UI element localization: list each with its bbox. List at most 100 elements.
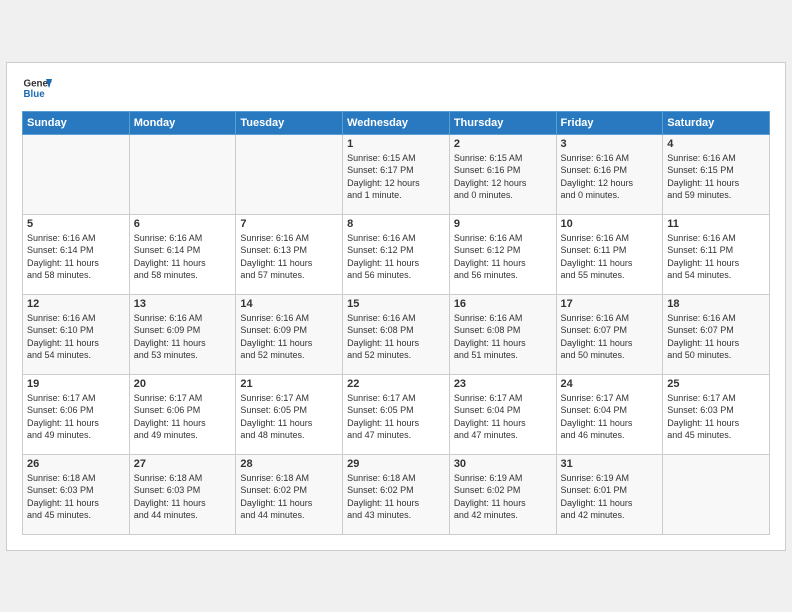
day-cell: 28Sunrise: 6:18 AM Sunset: 6:02 PM Dayli… bbox=[236, 454, 343, 534]
day-number: 22 bbox=[347, 378, 445, 390]
day-cell bbox=[129, 134, 236, 214]
day-info: Sunrise: 6:16 AM Sunset: 6:12 PM Dayligh… bbox=[347, 232, 445, 282]
day-cell bbox=[236, 134, 343, 214]
day-info: Sunrise: 6:16 AM Sunset: 6:09 PM Dayligh… bbox=[134, 312, 232, 362]
day-info: Sunrise: 6:16 AM Sunset: 6:07 PM Dayligh… bbox=[561, 312, 659, 362]
day-cell: 8 Sunrise: 6:16 AM Sunset: 6:12 PM Daylig… bbox=[343, 214, 450, 294]
day-cell: 5 Sunrise: 6:16 AM Sunset: 6:14 PM Daylig… bbox=[23, 214, 130, 294]
day-number: 18 bbox=[667, 298, 765, 310]
day-number: 15 bbox=[347, 298, 445, 310]
day-info: Sunrise: 6:19 AM Sunset: 6:02 PM Dayligh… bbox=[454, 472, 552, 522]
day-number: 30 bbox=[454, 458, 552, 470]
day-cell: 7Sunrise: 6:16 AM Sunset: 6:13 PM Daylig… bbox=[236, 214, 343, 294]
day-number: 27 bbox=[134, 458, 232, 470]
day-info: Sunrise: 6:18 AM Sunset: 6:02 PM Dayligh… bbox=[347, 472, 445, 522]
day-number: 9 bbox=[454, 218, 552, 230]
day-cell: 1 Sunrise: 6:15 AM Sunset: 6:17 PM Daylig… bbox=[343, 134, 450, 214]
day-cell: 18 Sunrise: 6:16 AM Sunset: 6:07 PM Dayli… bbox=[663, 294, 770, 374]
day-cell: 29 Sunrise: 6:18 AM Sunset: 6:02 PM Dayli… bbox=[343, 454, 450, 534]
week-row-2: 5 Sunrise: 6:16 AM Sunset: 6:14 PM Daylig… bbox=[23, 214, 770, 294]
day-cell: 19 Sunrise: 6:17 AM Sunset: 6:06 PM Dayli… bbox=[23, 374, 130, 454]
weekday-monday: Monday bbox=[129, 111, 236, 134]
day-number: 3 bbox=[561, 138, 659, 150]
day-info: Sunrise: 6:15 AM Sunset: 6:17 PM Dayligh… bbox=[347, 152, 445, 202]
day-info: Sunrise: 6:16 AM Sunset: 6:11 PM Dayligh… bbox=[667, 232, 765, 282]
day-cell: 31 Sunrise: 6:19 AM Sunset: 6:01 PM Dayli… bbox=[556, 454, 663, 534]
day-cell: 23Sunrise: 6:17 AM Sunset: 6:04 PM Dayli… bbox=[449, 374, 556, 454]
day-info: Sunrise: 6:18 AM Sunset: 6:03 PM Dayligh… bbox=[27, 472, 125, 522]
day-info: Sunrise: 6:17 AM Sunset: 6:05 PM Dayligh… bbox=[347, 392, 445, 442]
weekday-thursday: Thursday bbox=[449, 111, 556, 134]
calendar-table: SundayMondayTuesdayWednesdayThursdayFrid… bbox=[22, 111, 770, 535]
day-number: 8 bbox=[347, 218, 445, 230]
week-row-1: 1 Sunrise: 6:15 AM Sunset: 6:17 PM Daylig… bbox=[23, 134, 770, 214]
day-cell: 24Sunrise: 6:17 AM Sunset: 6:04 PM Dayli… bbox=[556, 374, 663, 454]
day-cell: 6 Sunrise: 6:16 AM Sunset: 6:14 PM Daylig… bbox=[129, 214, 236, 294]
day-cell: 10Sunrise: 6:16 AM Sunset: 6:11 PM Dayli… bbox=[556, 214, 663, 294]
day-cell: 9 Sunrise: 6:16 AM Sunset: 6:12 PM Daylig… bbox=[449, 214, 556, 294]
day-info: Sunrise: 6:17 AM Sunset: 6:03 PM Dayligh… bbox=[667, 392, 765, 442]
day-info: Sunrise: 6:16 AM Sunset: 6:08 PM Dayligh… bbox=[347, 312, 445, 362]
day-cell: 2 Sunrise: 6:15 AM Sunset: 6:16 PM Daylig… bbox=[449, 134, 556, 214]
day-number: 4 bbox=[667, 138, 765, 150]
day-info: Sunrise: 6:17 AM Sunset: 6:04 PM Dayligh… bbox=[454, 392, 552, 442]
day-number: 1 bbox=[347, 138, 445, 150]
day-number: 17 bbox=[561, 298, 659, 310]
day-number: 29 bbox=[347, 458, 445, 470]
day-number: 7 bbox=[240, 218, 338, 230]
day-cell: 12 Sunrise: 6:16 AM Sunset: 6:10 PM Dayli… bbox=[23, 294, 130, 374]
day-info: Sunrise: 6:16 AM Sunset: 6:16 PM Dayligh… bbox=[561, 152, 659, 202]
day-info: Sunrise: 6:17 AM Sunset: 6:05 PM Dayligh… bbox=[240, 392, 338, 442]
day-number: 19 bbox=[27, 378, 125, 390]
weekday-sunday: Sunday bbox=[23, 111, 130, 134]
day-number: 31 bbox=[561, 458, 659, 470]
day-number: 12 bbox=[27, 298, 125, 310]
week-row-5: 26 Sunrise: 6:18 AM Sunset: 6:03 PM Dayli… bbox=[23, 454, 770, 534]
day-info: Sunrise: 6:16 AM Sunset: 6:14 PM Dayligh… bbox=[134, 232, 232, 282]
day-info: Sunrise: 6:17 AM Sunset: 6:06 PM Dayligh… bbox=[27, 392, 125, 442]
logo-icon: General Blue bbox=[22, 73, 52, 103]
day-cell: 4 Sunrise: 6:16 AM Sunset: 6:15 PM Daylig… bbox=[663, 134, 770, 214]
day-info: Sunrise: 6:15 AM Sunset: 6:16 PM Dayligh… bbox=[454, 152, 552, 202]
day-info: Sunrise: 6:16 AM Sunset: 6:14 PM Dayligh… bbox=[27, 232, 125, 282]
day-number: 5 bbox=[27, 218, 125, 230]
day-number: 13 bbox=[134, 298, 232, 310]
day-number: 25 bbox=[667, 378, 765, 390]
day-number: 11 bbox=[667, 218, 765, 230]
day-cell: 3 Sunrise: 6:16 AM Sunset: 6:16 PM Daylig… bbox=[556, 134, 663, 214]
svg-text:Blue: Blue bbox=[24, 89, 46, 100]
day-number: 16 bbox=[454, 298, 552, 310]
day-cell bbox=[23, 134, 130, 214]
day-info: Sunrise: 6:16 AM Sunset: 6:09 PM Dayligh… bbox=[240, 312, 338, 362]
day-cell: 11 Sunrise: 6:16 AM Sunset: 6:11 PM Dayli… bbox=[663, 214, 770, 294]
calendar-container: General Blue SundayMondayTuesdayWednesda… bbox=[6, 62, 786, 551]
day-info: Sunrise: 6:19 AM Sunset: 6:01 PM Dayligh… bbox=[561, 472, 659, 522]
day-cell: 20 Sunrise: 6:17 AM Sunset: 6:06 PM Dayli… bbox=[129, 374, 236, 454]
day-cell bbox=[663, 454, 770, 534]
day-number: 20 bbox=[134, 378, 232, 390]
day-number: 10 bbox=[561, 218, 659, 230]
week-row-4: 19 Sunrise: 6:17 AM Sunset: 6:06 PM Dayli… bbox=[23, 374, 770, 454]
day-info: Sunrise: 6:16 AM Sunset: 6:07 PM Dayligh… bbox=[667, 312, 765, 362]
day-info: Sunrise: 6:16 AM Sunset: 6:15 PM Dayligh… bbox=[667, 152, 765, 202]
day-cell: 27Sunrise: 6:18 AM Sunset: 6:03 PM Dayli… bbox=[129, 454, 236, 534]
day-number: 2 bbox=[454, 138, 552, 150]
weekday-friday: Friday bbox=[556, 111, 663, 134]
day-info: Sunrise: 6:16 AM Sunset: 6:10 PM Dayligh… bbox=[27, 312, 125, 362]
day-cell: 25 Sunrise: 6:17 AM Sunset: 6:03 PM Dayli… bbox=[663, 374, 770, 454]
day-info: Sunrise: 6:16 AM Sunset: 6:12 PM Dayligh… bbox=[454, 232, 552, 282]
day-cell: 17 Sunrise: 6:16 AM Sunset: 6:07 PM Dayli… bbox=[556, 294, 663, 374]
day-info: Sunrise: 6:17 AM Sunset: 6:06 PM Dayligh… bbox=[134, 392, 232, 442]
logo: General Blue bbox=[22, 73, 52, 103]
day-number: 26 bbox=[27, 458, 125, 470]
day-info: Sunrise: 6:18 AM Sunset: 6:02 PM Dayligh… bbox=[240, 472, 338, 522]
day-cell: 21Sunrise: 6:17 AM Sunset: 6:05 PM Dayli… bbox=[236, 374, 343, 454]
day-info: Sunrise: 6:17 AM Sunset: 6:04 PM Dayligh… bbox=[561, 392, 659, 442]
weekday-wednesday: Wednesday bbox=[343, 111, 450, 134]
weekday-header-row: SundayMondayTuesdayWednesdayThursdayFrid… bbox=[23, 111, 770, 134]
day-cell: 15 Sunrise: 6:16 AM Sunset: 6:08 PM Dayli… bbox=[343, 294, 450, 374]
day-number: 14 bbox=[240, 298, 338, 310]
weekday-saturday: Saturday bbox=[663, 111, 770, 134]
day-number: 6 bbox=[134, 218, 232, 230]
day-cell: 30 Sunrise: 6:19 AM Sunset: 6:02 PM Dayli… bbox=[449, 454, 556, 534]
